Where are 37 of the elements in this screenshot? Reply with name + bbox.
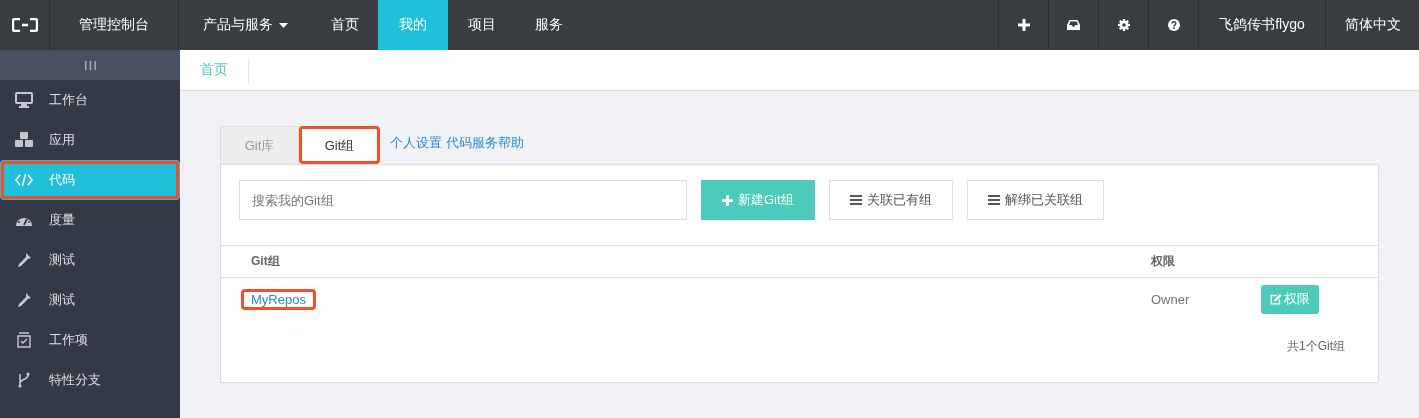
edit-icon [1270,293,1282,305]
menu-icon [987,195,1000,205]
nav-item[interactable]: 项目 [448,0,515,50]
tab[interactable]: Git组 [299,126,380,164]
plus-icon [722,194,733,206]
sidebar-item[interactable]: 工作台 [0,80,180,120]
user-name[interactable]: 飞鸽传书flygo [1219,16,1305,34]
checkbox-tray-icon [14,332,34,348]
monitor-icon [14,92,34,108]
nav-item[interactable]: 产品与服务 [179,0,311,50]
code-icon [14,173,34,187]
collapse-icon[interactable] [84,60,96,70]
sidebar-item[interactable]: 应用 [0,120,180,160]
column-header: 权限 [1151,253,1176,270]
inbox-icon[interactable] [1067,20,1080,30]
group-link[interactable]: MyRepos [241,288,316,310]
table-cell-text: Owner [1151,291,1191,307]
list-button[interactable]: 关联已有组 [828,180,953,220]
logo-icon[interactable] [11,18,38,32]
console-title[interactable]: 管理控制台 [79,16,149,34]
sidebar-item[interactable]: 特性分支 [0,360,180,400]
total-count: 共1个Git组 [1287,338,1345,355]
settings-icon[interactable] [1117,19,1130,31]
sidebar-item[interactable]: 工作项 [0,320,180,360]
nav-item[interactable]: 服务 [515,0,582,50]
sidebar-item[interactable]: 度量 [0,200,180,240]
help-icon[interactable] [1167,19,1180,31]
sidebar-item[interactable]: 测试 [0,280,180,320]
search-field[interactable]: 搜索我的Git组 [239,180,687,220]
nav-item[interactable]: 首页 [311,0,378,50]
plus-icon[interactable] [1017,19,1030,31]
language-menu[interactable]: 简体中文 [1344,16,1401,34]
list-button[interactable]: 解绑已关联组 [966,180,1104,220]
menu-icon [849,195,862,205]
sidebar-item[interactable]: 测试 [0,240,180,280]
column-header: Git组 [250,253,281,270]
cubes-icon [14,132,34,148]
